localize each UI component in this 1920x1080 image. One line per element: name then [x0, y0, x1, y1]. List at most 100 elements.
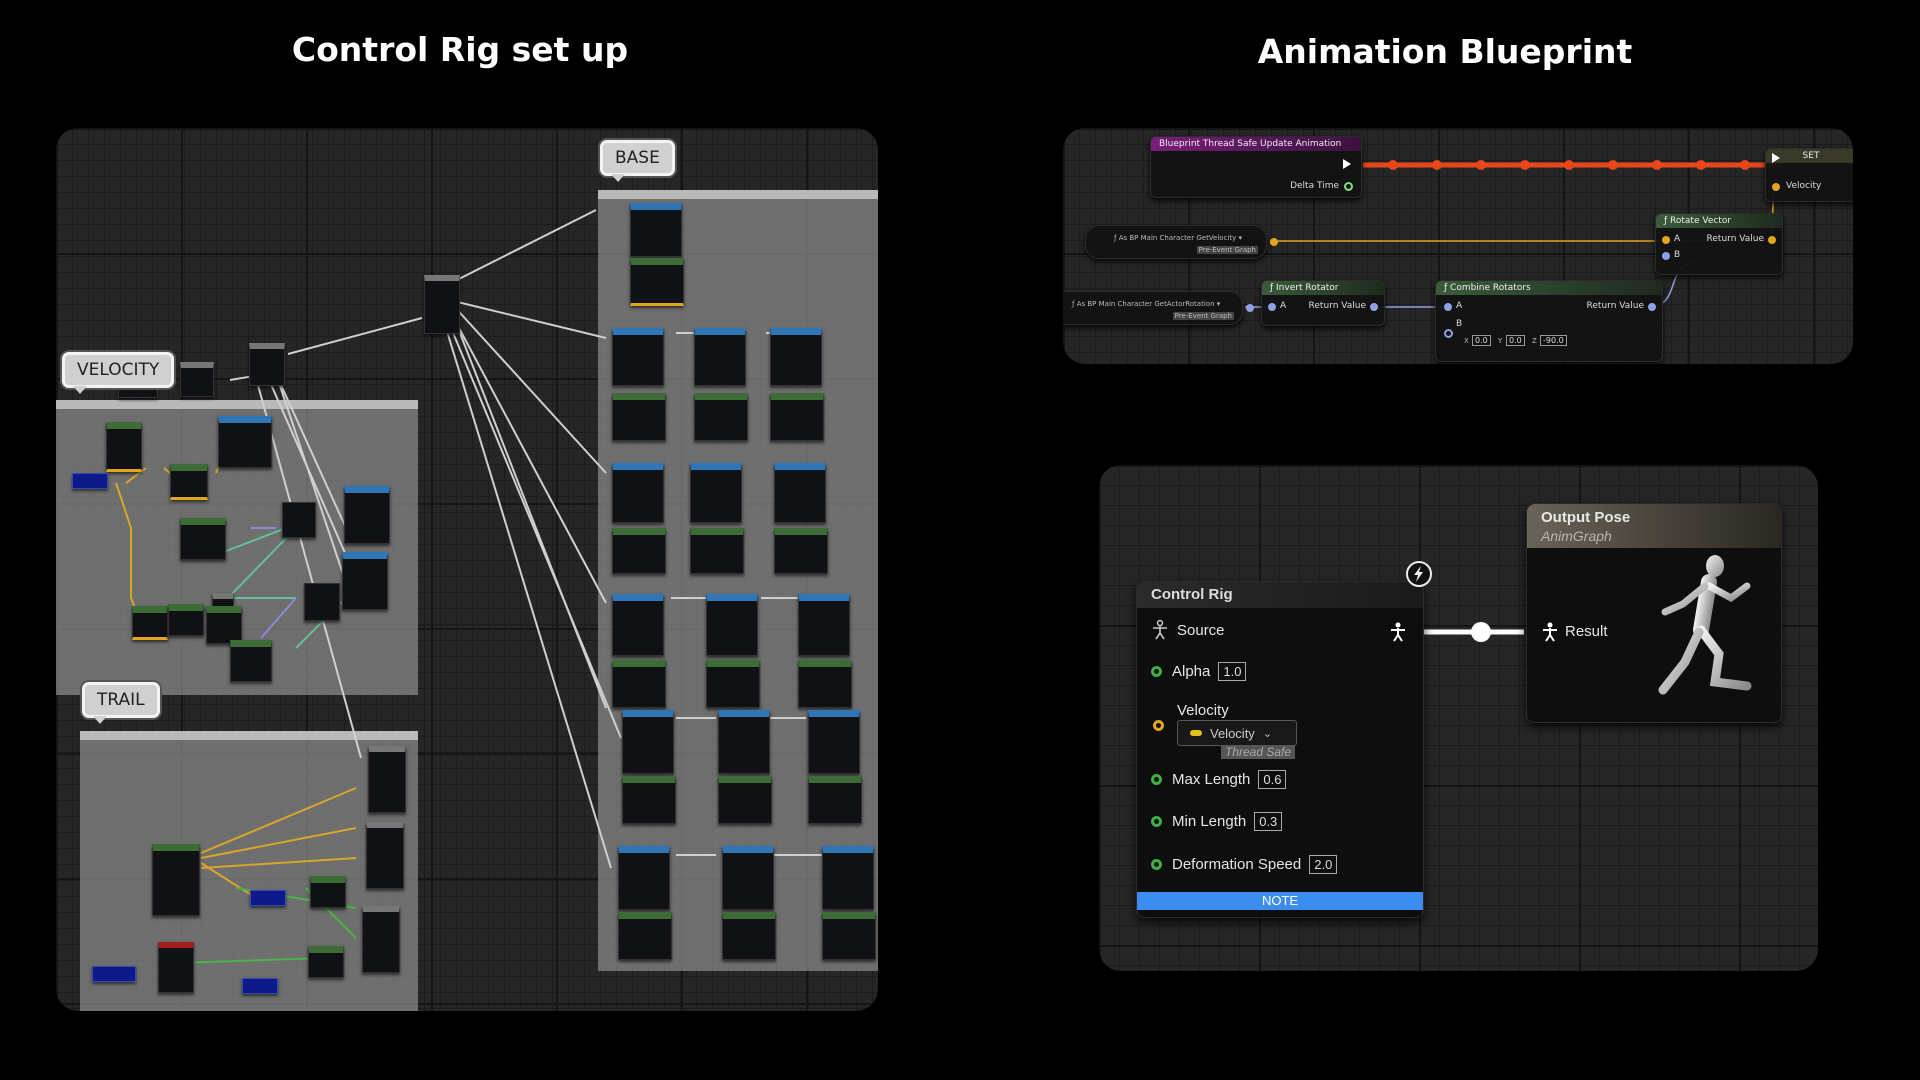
max-length-value-input[interactable]: 0.6	[1258, 770, 1287, 789]
base-node[interactable]	[808, 710, 860, 774]
alpha-pin-row[interactable]: Alpha 1.0	[1151, 662, 1247, 681]
base-node[interactable]	[718, 710, 770, 774]
velocity-node[interactable]	[106, 422, 142, 472]
combine-b-x-input[interactable]: 0.0	[1472, 335, 1491, 346]
base-node[interactable]	[822, 912, 876, 960]
min-length-pin-row[interactable]: Min Length 0.3	[1151, 812, 1283, 831]
base-node[interactable]	[630, 203, 682, 257]
min-length-pin-icon[interactable]	[1151, 816, 1162, 827]
base-node[interactable]	[770, 393, 824, 441]
rotate-a-pin[interactable]	[1662, 236, 1670, 244]
max-length-pin-icon[interactable]	[1151, 774, 1162, 785]
control-rig-graph-panel[interactable]: VELOCITY TRAIL BASE	[56, 128, 878, 1011]
combine-b-y-input[interactable]: 0.0	[1506, 335, 1525, 346]
min-length-value-input[interactable]: 0.3	[1254, 812, 1283, 831]
get-rotation-output-pin[interactable]	[1246, 304, 1254, 312]
trail-comment-tag[interactable]: TRAIL	[82, 682, 160, 724]
velocity-node[interactable]	[304, 583, 340, 621]
alpha-value-input[interactable]: 1.0	[1218, 662, 1247, 681]
deformation-speed-pin-icon[interactable]	[1151, 859, 1162, 870]
base-node[interactable]	[690, 463, 742, 523]
invert-rotator-node[interactable]: ƒ Invert Rotator A Return Value	[1261, 280, 1385, 326]
rotate-vector-node[interactable]: ƒ Rotate Vector A Return Value B	[1655, 213, 1783, 275]
base-node[interactable]	[770, 328, 822, 386]
combine-rotators-node[interactable]: ƒ Combine Rotators A Return Value B X 0.…	[1435, 280, 1663, 362]
base-node[interactable]	[618, 912, 672, 960]
base-node[interactable]	[612, 328, 664, 386]
anim-graph-panel[interactable]: Control Rig Source Alpha 1.0 Velocity Ve…	[1099, 465, 1818, 971]
velocity-node[interactable]	[344, 486, 390, 544]
velocity-dropdown[interactable]: Velocity ⌄	[1177, 720, 1297, 746]
base-node[interactable]	[774, 463, 826, 523]
delta-time-pin[interactable]	[1344, 182, 1353, 191]
hub-node[interactable]	[424, 275, 460, 334]
rotate-return-pin[interactable]	[1768, 236, 1776, 244]
max-length-pin-row[interactable]: Max Length 0.6	[1151, 770, 1287, 789]
velocity-node[interactable]	[168, 604, 204, 636]
base-node[interactable]	[622, 776, 676, 824]
trail-node[interactable]	[92, 966, 136, 982]
base-node[interactable]	[798, 660, 852, 708]
base-node[interactable]	[808, 776, 862, 824]
source-pin-row[interactable]: Source	[1151, 620, 1225, 640]
exec-pin-icon[interactable]	[1343, 159, 1351, 169]
hub-node[interactable]	[249, 343, 285, 386]
alpha-pin-icon[interactable]	[1151, 666, 1162, 677]
base-node[interactable]	[630, 258, 684, 306]
velocity-node[interactable]	[342, 552, 388, 610]
base-node[interactable]	[690, 528, 744, 574]
velocity-comment-tag[interactable]: VELOCITY	[62, 352, 175, 394]
velocity-node[interactable]	[230, 640, 272, 682]
velocity-node[interactable]	[218, 416, 272, 468]
event-update-animation-node[interactable]: Blueprint Thread Safe Update Animation D…	[1150, 136, 1362, 198]
exec-pin-icon[interactable]	[1772, 153, 1780, 163]
note-bar[interactable]: NOTE	[1137, 892, 1423, 910]
base-node[interactable]	[618, 846, 670, 910]
base-node[interactable]	[694, 328, 746, 386]
base-node[interactable]	[718, 776, 772, 824]
base-node[interactable]	[722, 846, 774, 910]
base-node[interactable]	[722, 912, 776, 960]
base-node[interactable]	[612, 463, 664, 523]
base-node[interactable]	[798, 594, 850, 656]
trail-node[interactable]	[158, 942, 194, 993]
trail-node[interactable]	[152, 844, 200, 916]
trail-node[interactable]	[362, 906, 400, 973]
result-pose-icon[interactable]	[1541, 622, 1559, 642]
base-node[interactable]	[706, 594, 758, 656]
velocity-node[interactable]	[206, 606, 242, 644]
get-actor-rotation-node[interactable]: ƒ As BP Main Character GetActorRotation …	[1063, 291, 1254, 325]
deformation-speed-value-input[interactable]: 2.0	[1309, 855, 1338, 874]
rotate-b-pin[interactable]	[1662, 252, 1670, 260]
base-node[interactable]	[706, 660, 760, 708]
velocity-node[interactable]	[170, 464, 208, 500]
combine-a-pin[interactable]	[1444, 303, 1452, 311]
trail-node[interactable]	[250, 890, 286, 906]
velocity-pin-icon[interactable]	[1153, 720, 1164, 731]
velocity-node[interactable]	[282, 502, 316, 538]
invert-a-pin[interactable]	[1268, 303, 1276, 311]
velocity-node[interactable]	[72, 473, 108, 489]
velocity-node[interactable]	[132, 606, 168, 640]
trail-node[interactable]	[366, 822, 404, 889]
combine-b-z-input[interactable]: -90.0	[1540, 335, 1567, 346]
base-comment-tag[interactable]: BASE	[600, 140, 675, 182]
trail-node[interactable]	[308, 946, 344, 978]
trail-node[interactable]	[242, 978, 278, 994]
hub-node[interactable]	[180, 362, 214, 397]
get-velocity-node[interactable]: ƒ As BP Main Character GetVelocity ▾ Pre…	[1085, 225, 1278, 259]
base-node[interactable]	[822, 846, 874, 910]
base-node[interactable]	[612, 528, 666, 574]
source-output-pose-icon[interactable]	[1389, 622, 1407, 642]
velocity-pin[interactable]	[1772, 183, 1780, 191]
base-node[interactable]	[612, 393, 666, 441]
combine-b-pin[interactable]	[1444, 329, 1453, 338]
get-velocity-output-pin[interactable]	[1270, 238, 1278, 246]
deformation-speed-pin-row[interactable]: Deformation Speed 2.0	[1151, 855, 1338, 874]
trail-node[interactable]	[368, 746, 406, 813]
base-node[interactable]	[774, 528, 828, 574]
base-node[interactable]	[612, 660, 666, 708]
base-node[interactable]	[612, 594, 664, 656]
control-rig-node[interactable]: Control Rig Source Alpha 1.0 Velocity Ve…	[1136, 561, 1432, 918]
combine-return-pin[interactable]	[1648, 303, 1656, 311]
